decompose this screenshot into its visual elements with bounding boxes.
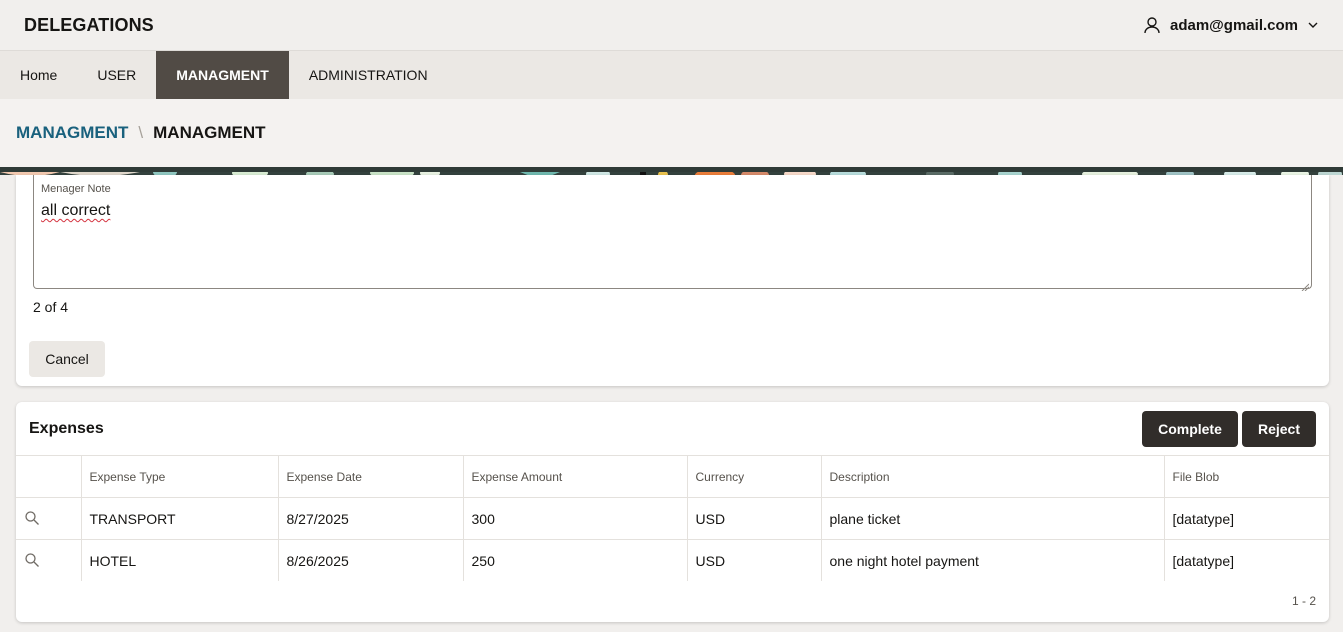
- cell-description: one night hotel payment: [820, 539, 1164, 581]
- user-icon: [1143, 16, 1161, 34]
- cell-expense-date: 8/27/2025: [277, 497, 463, 540]
- cell-file-blob: [datatype]: [1163, 497, 1329, 540]
- reject-button[interactable]: Reject: [1242, 411, 1316, 447]
- complete-button[interactable]: Complete: [1142, 411, 1238, 447]
- cell-currency: USD: [686, 539, 821, 581]
- column-header-expense-amount[interactable]: Expense Amount: [462, 456, 687, 498]
- manager-note-form: Menager Note all correct 2 of 4 Cancel: [16, 175, 1329, 386]
- nav-item-user[interactable]: USER: [77, 51, 156, 99]
- column-header-expense-date[interactable]: Expense Date: [277, 456, 463, 498]
- cell-expense-type: HOTEL: [80, 539, 278, 581]
- breadcrumb-separator: \: [138, 123, 144, 142]
- search-icon[interactable]: [24, 510, 40, 529]
- nav-item-administration[interactable]: ADMINISTRATION: [289, 51, 448, 99]
- app-title[interactable]: DELEGATIONS: [24, 15, 154, 36]
- table-row: HOTEL 8/26/2025 250 USD one night hotel …: [16, 539, 1329, 581]
- cell-expense-type: TRANSPORT: [80, 497, 278, 540]
- table-row: TRANSPORT 8/27/2025 300 USD plane ticket…: [16, 497, 1329, 540]
- expenses-region: Expenses Complete Reject Expense Type Ex…: [16, 402, 1329, 622]
- nav-item-home[interactable]: Home: [0, 51, 77, 99]
- row-view-cell: [16, 539, 81, 581]
- manager-note-text: all correct: [41, 202, 111, 219]
- manager-note-value[interactable]: all correct: [41, 202, 110, 220]
- cell-expense-amount: 300: [462, 497, 687, 540]
- breadcrumb-current: MANAGMENT: [153, 123, 266, 142]
- breadcrumb-parent-link[interactable]: MANAGMENT: [16, 123, 128, 143]
- chevron-down-icon: [1307, 19, 1319, 31]
- record-counter: 2 of 4: [33, 299, 69, 315]
- breadcrumb: MANAGMENT \ MANAGMENT: [0, 99, 1343, 167]
- row-view-cell: [16, 497, 81, 540]
- manager-note-textarea[interactable]: Menager Note all correct: [33, 175, 1312, 292]
- column-header-currency[interactable]: Currency: [686, 456, 821, 498]
- resize-grip-icon[interactable]: [1301, 278, 1310, 292]
- cell-expense-amount: 250: [462, 539, 687, 581]
- cell-currency: USD: [686, 497, 821, 540]
- pagination-info: 1 - 2: [1291, 594, 1316, 608]
- nav-item-managment[interactable]: MANAGMENT: [156, 51, 289, 99]
- cell-description: plane ticket: [820, 497, 1164, 540]
- cell-file-blob: [datatype]: [1163, 539, 1329, 581]
- column-header-expense-type[interactable]: Expense Type: [80, 456, 278, 498]
- user-menu[interactable]: adam@gmail.com: [1143, 16, 1319, 34]
- app-header: DELEGATIONS adam@gmail.com: [0, 0, 1343, 51]
- user-email: adam@gmail.com: [1170, 16, 1298, 34]
- column-header-file-blob[interactable]: File Blob: [1163, 456, 1329, 498]
- decorative-banner: [0, 167, 1343, 175]
- cell-expense-date: 8/26/2025: [277, 539, 463, 581]
- search-icon[interactable]: [24, 553, 40, 571]
- table-header-row: Expense Type Expense Date Expense Amount…: [16, 456, 1329, 498]
- column-header-view: [16, 456, 81, 498]
- expenses-header: Expenses Complete Reject: [16, 402, 1329, 456]
- cancel-button[interactable]: Cancel: [29, 341, 105, 377]
- manager-note-label: Menager Note: [41, 183, 111, 195]
- column-header-description[interactable]: Description: [820, 456, 1164, 498]
- expenses-table: Expense Type Expense Date Expense Amount…: [16, 456, 1329, 581]
- main-nav: Home USER MANAGMENT ADMINISTRATION: [0, 51, 1343, 99]
- expenses-title: Expenses: [29, 420, 104, 437]
